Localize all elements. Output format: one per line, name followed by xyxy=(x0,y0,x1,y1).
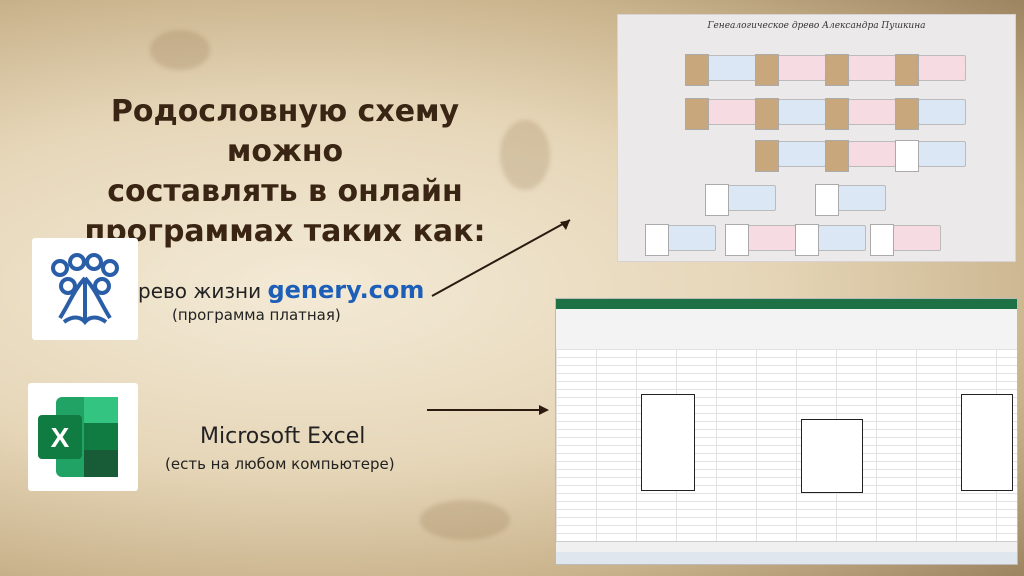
tree-node xyxy=(645,224,716,256)
windows-taskbar xyxy=(556,552,1017,564)
arrow-to-excel xyxy=(427,405,549,415)
excel-grid xyxy=(556,349,1017,542)
tree-node xyxy=(725,224,796,256)
family-tree-screenshot: Генеалогическое древо Александра Пушкина xyxy=(617,14,1016,262)
genery-brand-link[interactable]: genery.com xyxy=(267,276,424,304)
genery-label: рево жизни genery.com xyxy=(138,276,424,304)
excel-sheet-tabs xyxy=(556,541,1017,552)
tree-node xyxy=(685,98,756,130)
excel-screenshot xyxy=(555,298,1018,565)
excel-label: Microsoft Excel xyxy=(200,424,366,449)
heading-line: Родословную схему можно xyxy=(110,94,460,169)
tree-node xyxy=(815,184,886,216)
genery-prefix: рево жизни xyxy=(138,279,262,303)
excel-cell-card xyxy=(801,419,863,493)
excel-cell-card xyxy=(961,394,1013,491)
tree-node xyxy=(755,98,826,130)
tree-node xyxy=(895,54,966,86)
svg-text:X: X xyxy=(51,422,70,453)
excel-icon: X xyxy=(38,397,118,477)
tree-node xyxy=(895,140,966,172)
tree-node xyxy=(825,54,896,86)
tree-node xyxy=(825,98,896,130)
tree-node xyxy=(895,98,966,130)
arrow-to-tree xyxy=(431,219,571,297)
tree-title: Генеалогическое древо Александра Пушкина xyxy=(707,21,926,31)
excel-cell-card xyxy=(641,394,695,491)
genery-logo xyxy=(32,238,138,340)
excel-note: (есть на любом компьютере) xyxy=(165,455,395,473)
tree-node xyxy=(685,54,756,86)
excel-logo: X xyxy=(28,383,138,491)
stain-decoration xyxy=(150,30,210,70)
tree-node xyxy=(755,140,826,172)
genery-note: (программа платная) xyxy=(172,306,341,324)
tree-node xyxy=(795,224,866,256)
tree-node xyxy=(825,140,896,172)
tree-node xyxy=(705,184,776,216)
family-tree-icon xyxy=(51,253,119,326)
stain-decoration xyxy=(420,500,510,540)
excel-ribbon xyxy=(556,309,1017,350)
tree-node xyxy=(870,224,941,256)
heading-line: составлять в онлайн xyxy=(107,174,463,209)
excel-title-bar xyxy=(556,299,1017,309)
tree-node xyxy=(755,54,826,86)
